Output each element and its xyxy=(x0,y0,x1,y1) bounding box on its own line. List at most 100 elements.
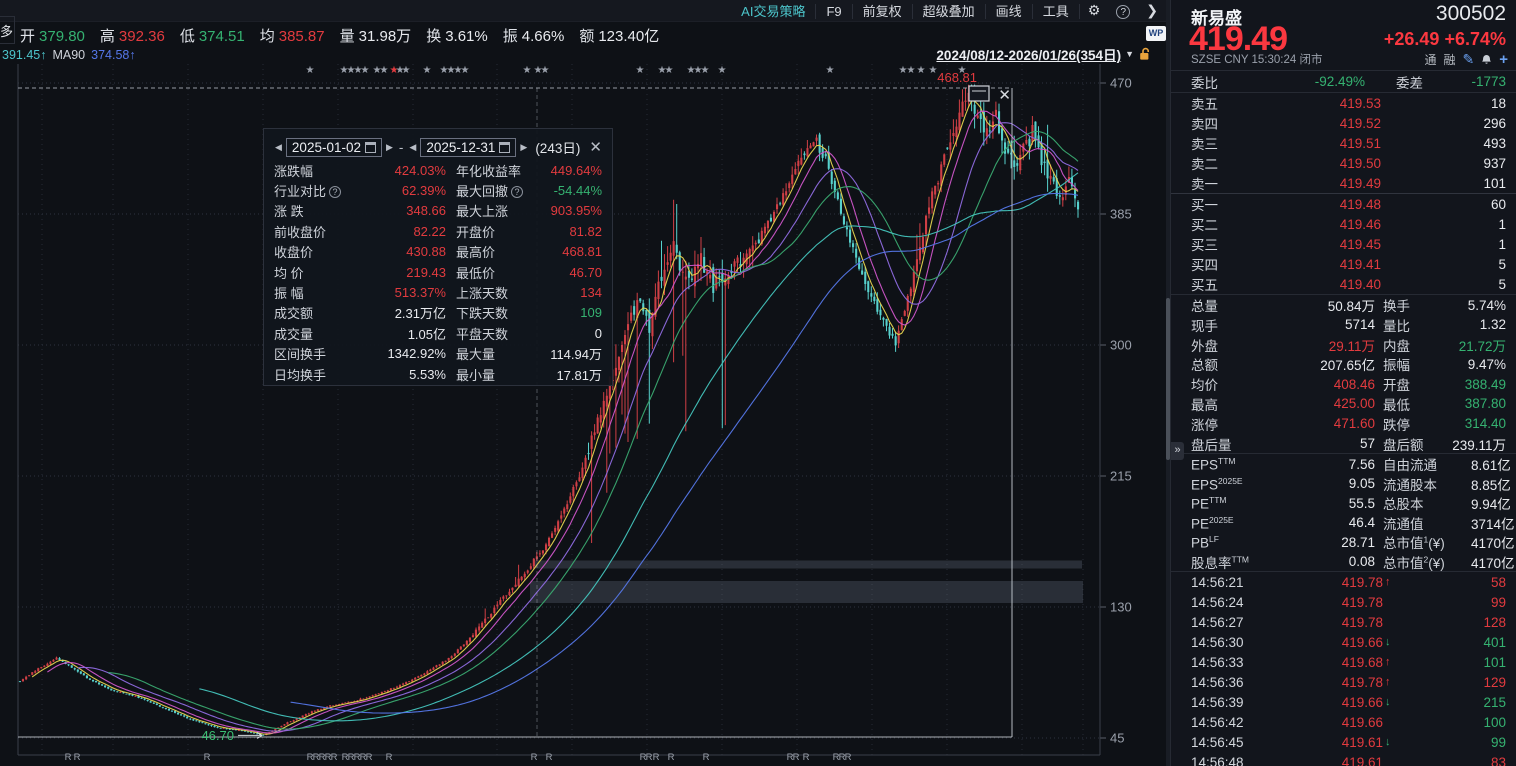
question-icon[interactable]: ? xyxy=(511,186,523,198)
start-date-next-icon[interactable]: ▶ xyxy=(385,142,394,153)
tick-row: 14:56:21419.78↑58 xyxy=(1171,572,1516,592)
weibi-value: -92.49% xyxy=(1253,74,1365,89)
popup-stat-row: 前收盘价 82.22 开盘价 81.82 xyxy=(274,221,602,241)
selection-handle-icon[interactable] xyxy=(969,86,989,101)
order-book-row[interactable]: 卖三419.51493 xyxy=(1171,133,1516,153)
event-star-marker[interactable]: ★ xyxy=(402,65,411,76)
add-watchlist-icon[interactable]: + xyxy=(1499,51,1508,68)
stock-trading-app: AI交易策略F9前复权超级叠加画线工具 ⚙ ? ❯ 多 开379.80高392.… xyxy=(0,0,1516,766)
selection-close-icon[interactable]: ✕ xyxy=(998,87,1011,104)
event-star-marker[interactable]: ★ xyxy=(701,65,710,76)
start-date: 2025-01-02 xyxy=(292,140,361,155)
ex-rights-marker[interactable]: R xyxy=(668,752,675,763)
quote-header: 新易盛 300502 419.49 +26.49 +6.74% SZSE CNY… xyxy=(1171,0,1516,70)
stat-row: 盘后量57 盘后额239.11万 xyxy=(1171,434,1516,454)
event-star-marker[interactable]: ★ xyxy=(306,65,315,76)
ex-rights-marker[interactable]: R xyxy=(74,752,81,763)
calendar-icon xyxy=(365,142,376,153)
order-book-row[interactable]: 卖二419.50937 xyxy=(1171,153,1516,173)
header-icons: 通 融 ✎ + xyxy=(1424,51,1508,68)
stat-row: 总量50.84万 换手5.74% xyxy=(1171,295,1516,315)
event-star-marker[interactable]: ★ xyxy=(523,65,532,76)
alert-bell-icon[interactable] xyxy=(1481,54,1492,66)
date-separator: - xyxy=(397,140,406,155)
y-axis-label: 470 xyxy=(1110,76,1132,91)
event-star-marker[interactable]: ★ xyxy=(929,65,938,76)
popup-stat-row: 成交额 2.31万亿 下跌天数 109 xyxy=(274,303,602,323)
popup-close-icon[interactable]: ✕ xyxy=(589,138,602,156)
ex-rights-marker[interactable]: R xyxy=(803,752,810,763)
start-date-box[interactable]: 2025-01-02 xyxy=(286,138,382,157)
ex-rights-marker[interactable]: R xyxy=(65,752,72,763)
fundamental-row: EPSTTM7.56 自由流通8.61亿 xyxy=(1171,454,1516,474)
order-book-row[interactable]: 买一419.4860 xyxy=(1171,194,1516,214)
stock-code: 300502 xyxy=(1436,2,1506,26)
event-star-marker[interactable]: ★ xyxy=(917,65,926,76)
y-axis-label: 385 xyxy=(1110,207,1132,222)
event-star-marker[interactable]: ★ xyxy=(423,65,432,76)
tick-row: 14:56:45419.61↓99 xyxy=(1171,732,1516,752)
calendar-icon xyxy=(499,142,510,153)
event-star-marker[interactable]: ★ xyxy=(461,65,470,76)
stat-row: 总额207.65亿 振幅9.47% xyxy=(1171,354,1516,374)
fundamental-row: PETTM55.5 总股本9.94亿 xyxy=(1171,493,1516,513)
fundamental-row: PBLF28.71 总市值1(¥)4170亿 xyxy=(1171,532,1516,552)
popup-stat-row: 日均换手 5.53% 最小量 17.81万 xyxy=(274,364,602,384)
start-date-prev-icon[interactable]: ◀ xyxy=(274,142,283,153)
y-axis-label: 45 xyxy=(1110,731,1124,746)
popup-stat-row: 涨 跌 348.66 最大上涨 903.95% xyxy=(274,201,602,221)
order-book-row[interactable]: 买五419.405 xyxy=(1171,274,1516,294)
bid-levels: 买一419.4860 买二419.461 买三419.451 买四419.415… xyxy=(1171,194,1516,294)
order-book-row[interactable]: 买二419.461 xyxy=(1171,214,1516,234)
tick-row: 14:56:30419.66↓401 xyxy=(1171,632,1516,652)
ex-rights-marker[interactable]: R xyxy=(386,752,393,763)
fundamental-stats: EPSTTM7.56 自由流通8.61亿 EPS2025E9.05 流通股本8.… xyxy=(1171,454,1516,571)
ex-rights-marker[interactable]: R xyxy=(546,752,553,763)
ex-rights-marker[interactable]: R xyxy=(331,752,338,763)
stat-row: 涨停471.60 跌停314.40 xyxy=(1171,414,1516,434)
ex-rights-marker[interactable]: R xyxy=(366,752,373,763)
weicha-value: -1773 xyxy=(1423,74,1506,89)
ex-rights-marker[interactable]: R xyxy=(531,752,538,763)
end-date-next-icon[interactable]: ▶ xyxy=(519,142,528,153)
panel-scrollbar-thumb[interactable] xyxy=(1166,298,1170,460)
event-star-marker[interactable]: ★ xyxy=(958,65,967,76)
order-book-row[interactable]: 卖一419.49101 xyxy=(1171,173,1516,193)
event-star-marker[interactable]: ★ xyxy=(361,65,370,76)
order-book-row[interactable]: 卖五419.5318 xyxy=(1171,93,1516,113)
order-book-row[interactable]: 买三419.451 xyxy=(1171,234,1516,254)
ex-rights-marker[interactable]: R xyxy=(653,752,660,763)
popup-stat-row: 振 幅 513.37% 上涨天数 134 xyxy=(274,282,602,302)
popup-stat-rows: 涨跌幅 424.03% 年化收益率 449.64% 行业对比? 62.39% 最… xyxy=(274,160,602,384)
ex-rights-marker[interactable]: R xyxy=(793,752,800,763)
tick-row: 14:56:39419.66↓215 xyxy=(1171,692,1516,712)
event-star-marker[interactable]: ★ xyxy=(718,65,727,76)
ex-rights-marker[interactable]: R xyxy=(845,752,852,763)
event-star-marker[interactable]: ★ xyxy=(636,65,645,76)
interval-stats-popup: ◀ 2025-01-02 ▶ - ◀ 2025-12-31 ▶ (243日) ✕… xyxy=(263,128,613,386)
end-date-prev-icon[interactable]: ◀ xyxy=(408,142,417,153)
question-icon[interactable]: ? xyxy=(329,186,341,198)
quote-side-panel: » 新易盛 300502 419.49 +26.49 +6.74% SZSE C… xyxy=(1170,0,1516,766)
tick-row: 14:56:42419.66100 xyxy=(1171,712,1516,732)
event-star-marker[interactable]: ★ xyxy=(380,65,389,76)
event-star-marker[interactable]: ★ xyxy=(907,65,916,76)
fundamental-row: PE2025E46.4 流通值3714亿 xyxy=(1171,513,1516,533)
ex-rights-marker[interactable]: R xyxy=(646,752,653,763)
end-date-box[interactable]: 2025-12-31 xyxy=(420,138,516,157)
ex-rights-marker[interactable]: R xyxy=(204,752,211,763)
chart-region: AI交易策略F9前复权超级叠加画线工具 ⚙ ? ❯ 多 开379.80高392.… xyxy=(0,0,1170,766)
panel-expander-icon[interactable]: » xyxy=(1171,442,1184,460)
order-book-row[interactable]: 卖四419.52296 xyxy=(1171,113,1516,133)
popup-stat-row: 成交量 1.05亿 平盘天数 0 xyxy=(274,323,602,343)
edit-pencil-icon[interactable]: ✎ xyxy=(1463,51,1475,68)
order-book-row[interactable]: 买四419.415 xyxy=(1171,254,1516,274)
popup-stat-row: 涨跌幅 424.03% 年化收益率 449.64% xyxy=(274,160,602,180)
weibi-row: 委比 -92.49% 委差 -1773 xyxy=(1171,71,1516,92)
event-star-marker[interactable]: ★ xyxy=(826,65,835,76)
y-axis-label: 300 xyxy=(1110,338,1132,353)
event-star-marker[interactable]: ★ xyxy=(541,65,550,76)
stat-row: 外盘29.11万 内盘21.72万 xyxy=(1171,335,1516,355)
event-star-marker[interactable]: ★ xyxy=(665,65,674,76)
ex-rights-marker[interactable]: R xyxy=(703,752,710,763)
